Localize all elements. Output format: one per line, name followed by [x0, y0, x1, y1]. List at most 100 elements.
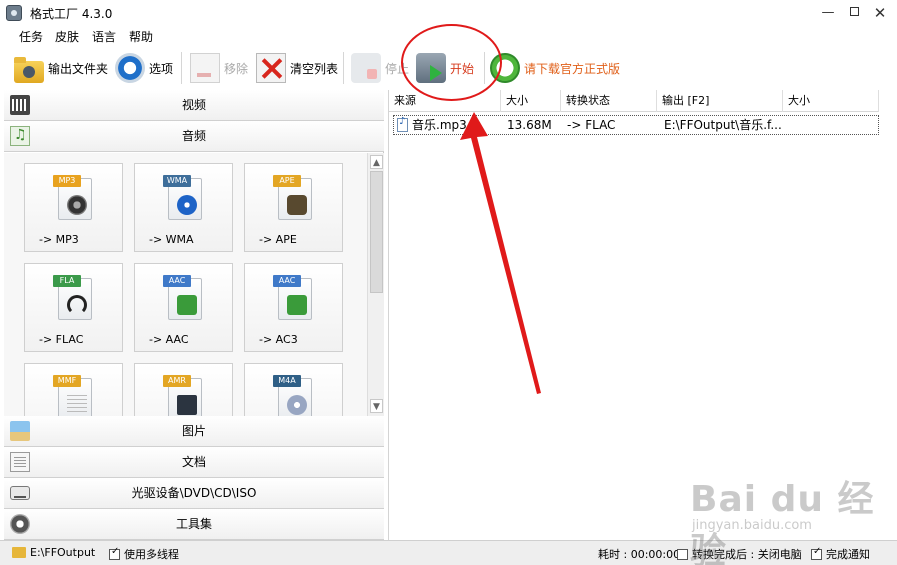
status-output-folder[interactable]: E:\FFOutput: [12, 546, 95, 559]
category-document-label: 文档: [181, 455, 206, 469]
menu-skin[interactable]: 皮肤: [55, 28, 79, 45]
stop-button[interactable]: 停止: [351, 51, 409, 85]
checkbox-checked-icon: [109, 546, 120, 560]
download-icon: [490, 53, 520, 83]
category-audio[interactable]: 音频: [4, 120, 384, 152]
format-m4a-tile[interactable]: M4A: [244, 363, 343, 416]
disc-drive-icon: [10, 486, 30, 500]
row-output-size: [790, 116, 876, 134]
wma-file-icon: WMA: [163, 175, 202, 220]
format-mmf-tile[interactable]: MMF: [24, 363, 123, 416]
format-label: -> WMA: [149, 233, 194, 246]
column-status[interactable]: 转换状态: [561, 90, 657, 112]
checkbox-checked-icon: [811, 546, 822, 560]
folder-icon: [12, 547, 26, 558]
minimize-button[interactable]: —: [814, 2, 842, 24]
category-document[interactable]: 文档: [4, 447, 384, 478]
format-amr-tile[interactable]: AMR: [134, 363, 233, 416]
category-tools-label: 工具集: [175, 517, 212, 531]
menu-help[interactable]: 帮助: [129, 28, 153, 45]
column-source[interactable]: 来源: [389, 90, 501, 112]
category-video[interactable]: 视频: [4, 90, 384, 121]
format-badge: AMR: [163, 375, 191, 387]
menu-language[interactable]: 语言: [92, 28, 116, 45]
notify-label: 完成通知: [826, 548, 870, 561]
format-label: -> MP3: [39, 233, 79, 246]
scroll-thumb[interactable]: [370, 171, 383, 293]
file-list-panel: 来源 大小 转换状态 输出 [F2] 大小 音乐.mp3 13.68M -> F…: [388, 90, 897, 540]
title-bar: 格式工厂 4.3.0 — ✕: [0, 0, 897, 26]
output-folder-button[interactable]: 输出文件夹: [14, 51, 108, 85]
format-wma-tile[interactable]: WMA -> WMA: [134, 163, 233, 252]
maximize-button[interactable]: [840, 2, 868, 24]
aac-file-icon: AAC: [163, 275, 202, 320]
start-label: 开始: [450, 61, 475, 76]
options-button[interactable]: 选项: [115, 51, 173, 85]
picture-icon: [10, 421, 30, 441]
row-size: 13.68M: [507, 118, 552, 132]
file-list-row[interactable]: 音乐.mp3 13.68M -> FLAC E:\FFOutput\音乐.f..…: [393, 115, 879, 135]
download-official-label: 请下载官方正式版: [524, 61, 621, 76]
format-badge: MMF: [53, 375, 81, 387]
row-output: E:\FFOutput\音乐.f...: [664, 118, 782, 132]
ape-file-icon: APE: [273, 175, 312, 220]
format-badge: MP3: [53, 175, 81, 187]
maximize-icon: [849, 7, 859, 16]
format-ape-tile[interactable]: APE -> APE: [244, 163, 343, 252]
close-button[interactable]: ✕: [866, 2, 894, 24]
clear-list-button[interactable]: 清空列表: [256, 51, 338, 85]
column-output[interactable]: 输出 [F2]: [657, 90, 783, 112]
stop-icon: [351, 53, 381, 83]
mp3-file-icon: MP3: [53, 175, 92, 220]
download-official-button[interactable]: 请下载官方正式版: [490, 51, 620, 85]
category-disc[interactable]: 光驱设备\DVD\CD\ISO: [4, 478, 384, 509]
disc-icon: [287, 395, 307, 415]
start-button[interactable]: 开始: [416, 51, 474, 85]
phone-icon: [177, 395, 197, 415]
remove-icon: [190, 53, 220, 83]
mmf-icon: [67, 395, 87, 415]
category-tools[interactable]: 工具集: [4, 509, 384, 540]
app-icon: [6, 5, 22, 21]
toolbar-separator: [343, 52, 344, 84]
output-folder-label: 输出文件夹: [48, 61, 109, 76]
toolbar-separator: [181, 52, 182, 84]
m4a-file-icon: M4A: [273, 375, 312, 416]
format-scrollbar[interactable]: ▲ ▼: [367, 153, 384, 416]
music-file-icon: [397, 116, 408, 132]
category-disc-label: 光驱设备\DVD\CD\ISO: [131, 486, 257, 500]
format-badge: AAC: [163, 275, 191, 287]
mmf-file-icon: MMF: [53, 375, 92, 416]
format-aac-tile[interactable]: AAC -> AAC: [134, 263, 233, 352]
column-output-size[interactable]: 大小: [783, 90, 879, 112]
format-grid: MP3 -> MP3 WMA -> WMA APE -> APE FLA -> …: [4, 153, 384, 416]
column-size[interactable]: 大小: [501, 90, 561, 112]
file-list-header: 来源 大小 转换状态 输出 [F2] 大小: [389, 90, 879, 112]
notify-checkbox[interactable]: 完成通知: [811, 546, 870, 562]
play-icon: [177, 195, 197, 215]
toolbar-separator: [484, 52, 485, 84]
speaker-icon: [67, 195, 87, 215]
options-label: 选项: [149, 61, 174, 76]
video-icon: [10, 95, 30, 115]
status-bar: E:\FFOutput 使用多线程 耗时 : 00:00:00 转换完成后 : …: [0, 540, 897, 565]
scroll-down-arrow[interactable]: ▼: [370, 399, 383, 413]
after-convert-label: 转换完成后 : 关闭电脑: [692, 548, 802, 561]
multithread-checkbox[interactable]: 使用多线程: [109, 546, 179, 562]
elapsed-time-label: 耗时 : 00:00:00: [598, 548, 681, 561]
speaker-icon: [177, 295, 197, 315]
category-picture[interactable]: 图片: [4, 416, 384, 447]
row-status: -> FLAC: [567, 118, 616, 132]
format-ac3-tile[interactable]: AAC -> AC3: [244, 263, 343, 352]
scroll-up-arrow[interactable]: ▲: [370, 155, 383, 169]
format-mp3-tile[interactable]: MP3 -> MP3: [24, 163, 123, 252]
category-video-label: 视频: [181, 98, 206, 112]
menu-task[interactable]: 任务: [19, 28, 43, 45]
flac-file-icon: FLA: [53, 275, 92, 320]
ape-icon: [287, 195, 307, 215]
after-convert-checkbox[interactable]: 转换完成后 : 关闭电脑: [677, 546, 802, 562]
clear-list-icon: [256, 53, 286, 83]
remove-button[interactable]: 移除: [190, 51, 248, 85]
format-badge: APE: [273, 175, 301, 187]
format-flac-tile[interactable]: FLA -> FLAC: [24, 263, 123, 352]
